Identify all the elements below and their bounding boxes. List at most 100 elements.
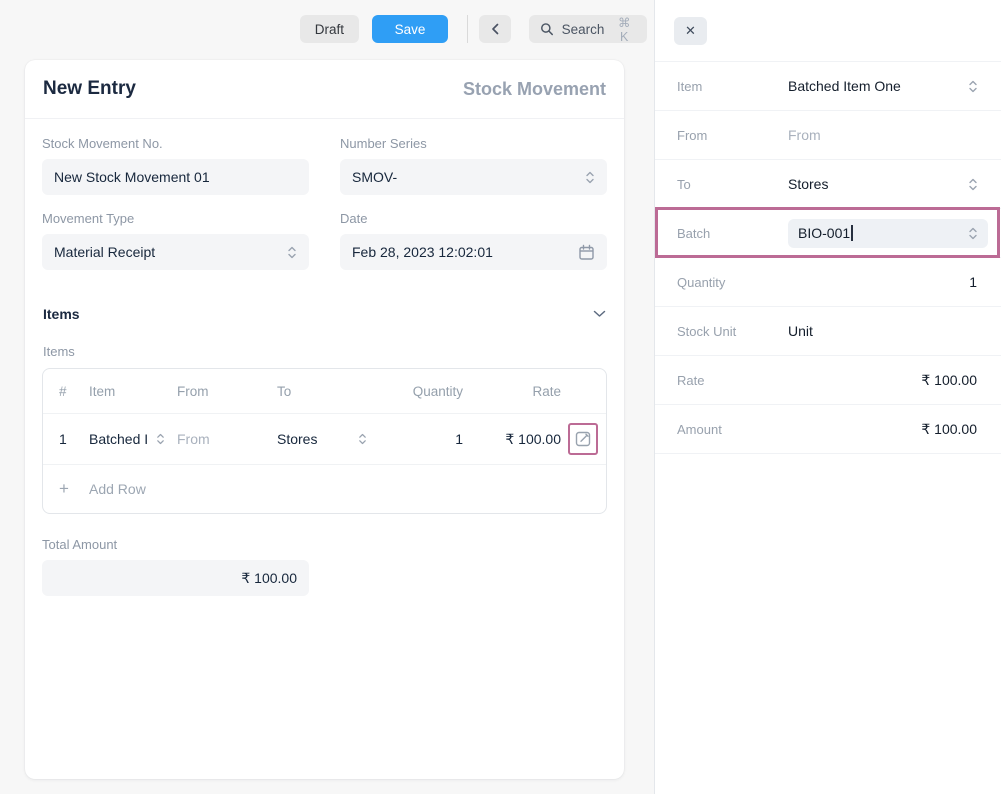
- total-amount-value: ₹ 100.00: [241, 570, 297, 587]
- main-pane: Draft Save Search ⌘ K New Entry Stock Mo…: [0, 0, 654, 794]
- item-select[interactable]: Batched Item One: [788, 78, 1001, 94]
- panel-row-amount: Amount ₹ 100.00: [655, 405, 1001, 454]
- row-label: From: [677, 128, 788, 143]
- column-to: To: [277, 384, 387, 399]
- items-table: # Item From To Quantity Rate 1 Batched I…: [42, 368, 607, 514]
- quantity-input[interactable]: 1: [788, 274, 1001, 290]
- field-label: Movement Type: [42, 211, 309, 226]
- doctype-label: Stock Movement: [463, 79, 606, 100]
- toolbar: Draft Save Search ⌘ K: [300, 15, 647, 43]
- page-title: New Entry: [43, 78, 136, 100]
- panel-row-item: Item Batched Item One: [655, 62, 1001, 111]
- panel-row-batch: Batch BIO-001: [655, 209, 1001, 258]
- search-label: Search: [562, 22, 605, 37]
- text-caret: [851, 225, 853, 241]
- save-button[interactable]: Save: [372, 15, 448, 43]
- stock-movement-no-value: New Stock Movement 01: [54, 169, 210, 185]
- plus-icon: +: [59, 479, 89, 499]
- to-select[interactable]: Stores: [788, 176, 1001, 192]
- column-quantity: Quantity: [387, 384, 463, 399]
- field-label: Date: [340, 211, 607, 226]
- draft-button[interactable]: Draft: [300, 15, 359, 43]
- item-detail-panel: ✕ Item Batched Item One From From To Sto…: [654, 0, 1001, 794]
- field-stock-movement-no: Stock Movement No. New Stock Movement 01: [42, 136, 309, 195]
- column-from: From: [177, 384, 277, 399]
- row-label: Item: [677, 79, 788, 94]
- column-rate: Rate: [463, 384, 561, 399]
- row-item-select[interactable]: Batched I: [89, 431, 177, 447]
- items-section-title: Items: [43, 306, 80, 322]
- form-grid: Stock Movement No. New Stock Movement 01…: [25, 119, 624, 270]
- movement-type-select[interactable]: Material Receipt: [42, 234, 309, 270]
- row-label: Rate: [677, 373, 788, 388]
- updown-chevron-icon: [156, 432, 165, 446]
- row-rate[interactable]: ₹ 100.00: [463, 431, 561, 448]
- row-item-value: Batched I: [89, 431, 148, 447]
- date-input[interactable]: Feb 28, 2023 12:02:01: [340, 234, 607, 270]
- item-value: Batched Item One: [788, 78, 901, 94]
- row-to-value: Stores: [277, 431, 317, 447]
- add-row-label: Add Row: [89, 481, 146, 497]
- stock-movement-no-input[interactable]: New Stock Movement 01: [42, 159, 309, 195]
- search-button[interactable]: Search ⌘ K: [529, 15, 647, 43]
- search-icon: [540, 22, 554, 36]
- panel-row-rate: Rate ₹ 100.00: [655, 356, 1001, 405]
- calendar-icon: [578, 244, 595, 261]
- movement-type-value: Material Receipt: [54, 244, 155, 260]
- field-label: Number Series: [340, 136, 607, 151]
- close-icon: ✕: [685, 23, 696, 39]
- updown-chevron-icon: [358, 432, 367, 446]
- updown-chevron-icon: [968, 177, 978, 192]
- rate-value: ₹ 100.00: [921, 372, 977, 389]
- items-section-header[interactable]: Items: [25, 306, 624, 322]
- row-index: 1: [59, 431, 89, 447]
- rate-input[interactable]: ₹ 100.00: [788, 372, 1001, 389]
- row-quantity[interactable]: 1: [387, 431, 463, 447]
- chevron-down-icon: [593, 310, 606, 318]
- panel-header: ✕: [655, 0, 1001, 62]
- items-table-header: # Item From To Quantity Rate: [43, 369, 606, 414]
- row-label: Amount: [677, 422, 788, 437]
- updown-chevron-icon: [968, 226, 978, 241]
- updown-chevron-icon: [968, 79, 978, 94]
- row-from-placeholder: From: [177, 431, 210, 447]
- row-to-select[interactable]: Stores: [277, 431, 387, 447]
- field-number-series: Number Series SMOV-: [340, 136, 607, 195]
- table-row: 1 Batched I From Stores: [43, 414, 606, 465]
- to-value: Stores: [788, 176, 828, 192]
- entry-form-card: New Entry Stock Movement Stock Movement …: [25, 60, 624, 779]
- number-series-select[interactable]: SMOV-: [340, 159, 607, 195]
- total-amount-field: Total Amount ₹ 100.00: [42, 537, 309, 596]
- row-label: To: [677, 177, 788, 192]
- search-shortcut: ⌘ K: [612, 15, 636, 44]
- row-label: Stock Unit: [677, 324, 788, 339]
- column-item: Item: [89, 384, 177, 399]
- from-placeholder: From: [788, 127, 821, 143]
- row-label: Batch: [677, 226, 788, 241]
- number-series-value: SMOV-: [352, 169, 397, 185]
- items-table-label: Items: [25, 344, 624, 359]
- add-row-button[interactable]: + Add Row: [43, 465, 606, 513]
- stock-unit-value: Unit: [788, 323, 1001, 339]
- toolbar-divider: [467, 15, 468, 43]
- quantity-value: 1: [969, 274, 977, 290]
- field-movement-type: Movement Type Material Receipt: [42, 211, 309, 270]
- panel-row-from: From From: [655, 111, 1001, 160]
- amount-value-box: ₹ 100.00: [788, 421, 1001, 438]
- batch-input[interactable]: BIO-001: [788, 219, 988, 248]
- updown-chevron-icon: [287, 245, 297, 260]
- amount-value: ₹ 100.00: [921, 421, 977, 438]
- batch-value: BIO-001: [798, 225, 850, 241]
- edit-row-icon[interactable]: [574, 430, 592, 448]
- from-select[interactable]: From: [788, 127, 1001, 143]
- row-from-input[interactable]: From: [177, 431, 277, 447]
- back-button[interactable]: [479, 15, 511, 43]
- close-button[interactable]: ✕: [674, 17, 707, 45]
- panel-row-stock-unit: Stock Unit Unit: [655, 307, 1001, 356]
- field-label: Stock Movement No.: [42, 136, 309, 151]
- column-index: #: [59, 384, 89, 399]
- total-amount-value-box: ₹ 100.00: [42, 560, 309, 596]
- stock-unit-text: Unit: [788, 323, 813, 339]
- panel-row-quantity: Quantity 1: [655, 258, 1001, 307]
- date-value: Feb 28, 2023 12:02:01: [352, 244, 493, 260]
